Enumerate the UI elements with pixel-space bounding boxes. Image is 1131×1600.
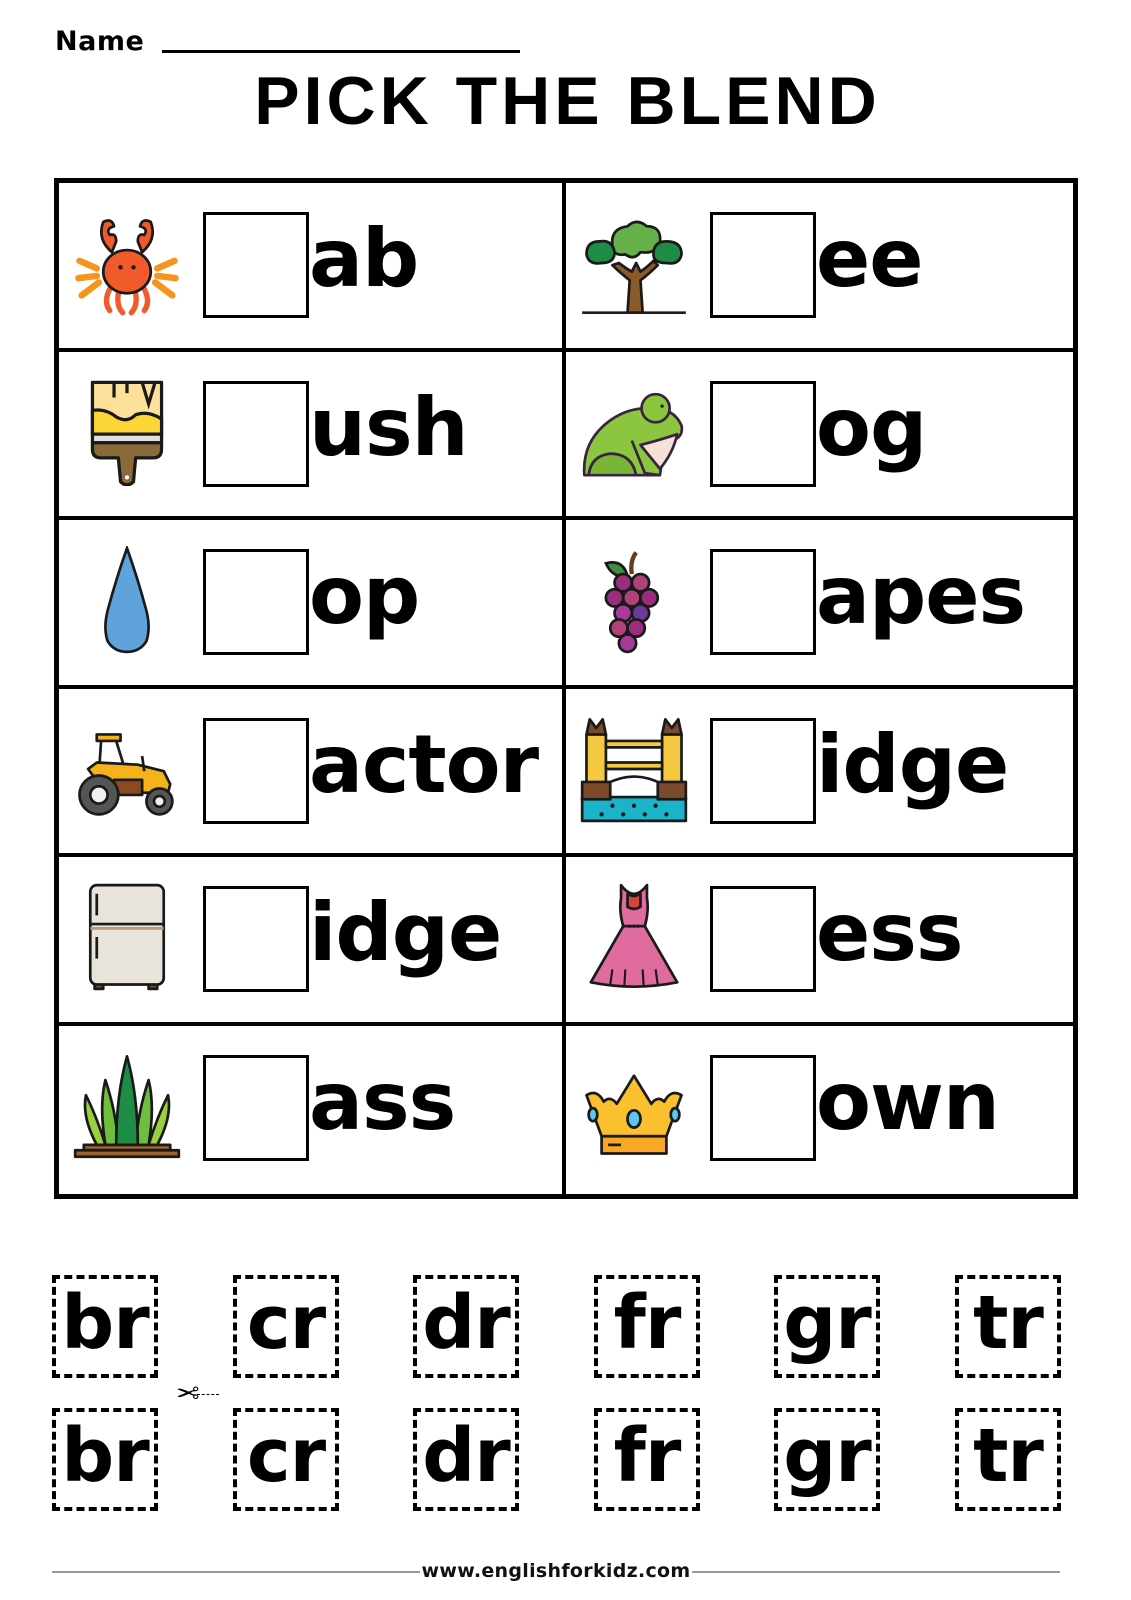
answer-box[interactable] bbox=[203, 1054, 309, 1161]
blend-card-br[interactable]: br bbox=[52, 1275, 158, 1378]
worksheet-title: PICK THE BLEND bbox=[254, 63, 881, 139]
table-cell: actor bbox=[59, 688, 566, 857]
blend-card-cr[interactable]: cr bbox=[233, 1408, 339, 1511]
table-cell: ab bbox=[59, 183, 566, 352]
word-ending: own bbox=[816, 1054, 1000, 1148]
footer-divider-right bbox=[692, 1570, 1060, 1573]
blend-card-gr[interactable]: gr bbox=[774, 1275, 880, 1378]
cut-line bbox=[197, 1393, 220, 1395]
blend-card-dr[interactable]: dr bbox=[413, 1408, 519, 1511]
table-cell: ass bbox=[59, 1025, 566, 1194]
table-cell: ush bbox=[59, 351, 566, 520]
blend-card-text: gr bbox=[783, 1279, 871, 1366]
tree-icon bbox=[580, 209, 688, 317]
tractor-icon bbox=[73, 715, 181, 823]
table-cell: og bbox=[566, 352, 1073, 520]
name-label: Name bbox=[55, 26, 145, 57]
paintbrush-icon bbox=[73, 378, 181, 486]
crab-icon bbox=[73, 209, 181, 317]
name-field[interactable]: Name bbox=[55, 26, 521, 57]
answer-box[interactable] bbox=[203, 886, 309, 992]
table-cell: ess bbox=[566, 857, 1073, 1026]
footer: www.englishforkidz.com bbox=[52, 1562, 1060, 1581]
table-cell: op bbox=[59, 520, 566, 689]
blend-card-tr[interactable]: tr bbox=[955, 1275, 1061, 1378]
blend-card-text: dr bbox=[422, 1412, 510, 1499]
blend-card-dr[interactable]: dr bbox=[413, 1275, 519, 1378]
answer-box[interactable] bbox=[710, 717, 816, 824]
fridge-icon bbox=[73, 883, 181, 991]
website-link[interactable]: www.englishforkidz.com bbox=[420, 1562, 693, 1581]
blend-table: ab ee ush og op apes actor idge idge ess… bbox=[54, 178, 1078, 1199]
answer-box[interactable] bbox=[710, 1054, 816, 1161]
blend-card-fr[interactable]: fr bbox=[594, 1275, 700, 1378]
answer-box[interactable] bbox=[710, 549, 816, 655]
word-ending: ess bbox=[816, 886, 963, 979]
word-ending: idge bbox=[309, 886, 502, 979]
answer-box[interactable] bbox=[203, 549, 309, 655]
answer-box[interactable] bbox=[203, 380, 309, 487]
dress-icon bbox=[580, 883, 688, 991]
blend-card-text: br bbox=[61, 1279, 149, 1366]
crown-icon bbox=[580, 1052, 688, 1160]
blend-card-text: gr bbox=[783, 1412, 871, 1499]
word-ending: ass bbox=[309, 1054, 456, 1148]
table-cell: idge bbox=[59, 857, 566, 1026]
blend-card-text: fr bbox=[613, 1412, 682, 1499]
blend-card-text: br bbox=[61, 1412, 149, 1499]
word-ending: actor bbox=[309, 717, 539, 811]
blend-card-gr[interactable]: gr bbox=[774, 1408, 880, 1511]
scissors-glyph: ✂ bbox=[176, 1378, 200, 1409]
blend-card-text: fr bbox=[613, 1279, 682, 1366]
blend-card-text: cr bbox=[246, 1412, 326, 1499]
blend-card-fr[interactable]: fr bbox=[594, 1408, 700, 1511]
table-cell: own bbox=[566, 1026, 1073, 1195]
frog-icon bbox=[580, 378, 688, 486]
word-ending: idge bbox=[816, 717, 1009, 811]
word-ending: apes bbox=[816, 549, 1026, 642]
word-ending: ab bbox=[309, 212, 419, 305]
blend-card-text: cr bbox=[246, 1279, 326, 1366]
blend-card-text: tr bbox=[973, 1279, 1044, 1366]
water-drop-icon bbox=[73, 546, 181, 654]
blend-card-tr[interactable]: tr bbox=[955, 1408, 1061, 1511]
scissors-icon: ✂ bbox=[176, 1378, 220, 1409]
answer-box[interactable] bbox=[203, 212, 309, 318]
answer-box[interactable] bbox=[710, 212, 816, 318]
bridge-icon bbox=[580, 715, 688, 823]
word-ending: op bbox=[309, 549, 420, 642]
answer-box[interactable] bbox=[710, 380, 816, 487]
blend-card-text: tr bbox=[973, 1412, 1044, 1499]
grapes-icon bbox=[580, 546, 688, 654]
table-cell: ee bbox=[566, 183, 1073, 352]
word-ending: ush bbox=[309, 380, 469, 474]
blend-card-br[interactable]: br bbox=[52, 1408, 158, 1511]
grass-icon bbox=[73, 1052, 181, 1160]
table-cell: idge bbox=[566, 689, 1073, 857]
word-ending: ee bbox=[816, 212, 924, 305]
answer-box[interactable] bbox=[710, 886, 816, 992]
blend-card-text: dr bbox=[422, 1279, 510, 1366]
footer-divider-left bbox=[52, 1570, 420, 1573]
answer-box[interactable] bbox=[203, 717, 309, 824]
word-ending: og bbox=[816, 380, 927, 474]
name-write-line[interactable] bbox=[162, 50, 521, 53]
blend-card-cr[interactable]: cr bbox=[233, 1275, 339, 1378]
table-cell: apes bbox=[566, 520, 1073, 689]
